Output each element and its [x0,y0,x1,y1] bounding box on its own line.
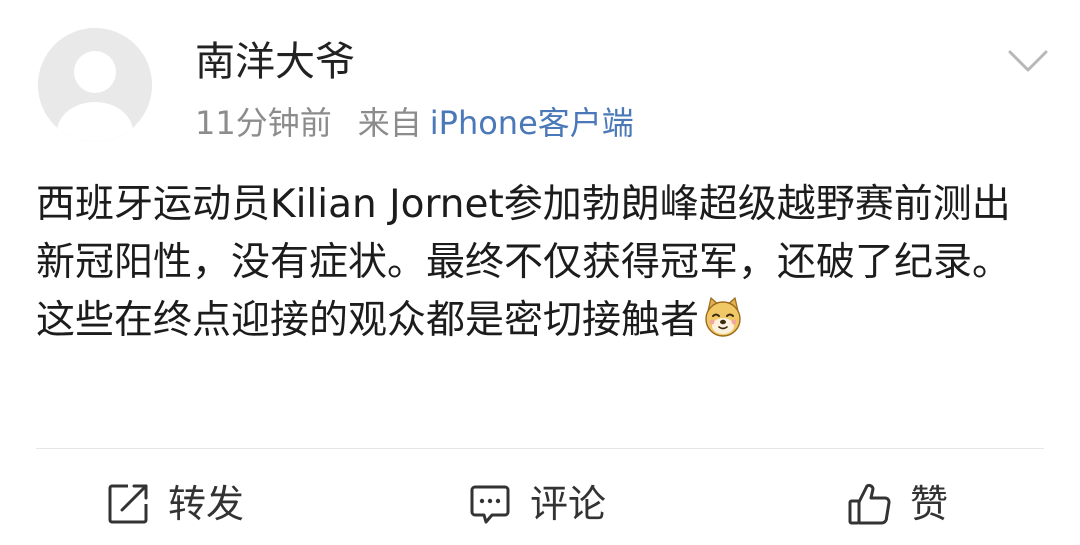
thumbs-up-icon [848,483,891,525]
repost-button[interactable]: 转发 [104,466,244,542]
post-content: 西班牙运动员Kilian Jornet参加勃朗峰超级越野赛前测出新冠阳性，没有症… [36,176,1046,350]
post-text: 西班牙运动员Kilian Jornet参加勃朗峰超级越野赛前测出新冠阳性，没有症… [36,182,1012,343]
like-label: 赞 [910,482,949,526]
post-time: 11分钟前 [195,104,332,142]
comment-icon [470,485,510,524]
default-avatar-icon [38,28,152,142]
source-link[interactable]: iPhone客户端 [430,104,634,142]
chevron-down-icon [1008,50,1048,72]
more-options-button[interactable] [1006,44,1050,76]
repost-label: 转发 [168,482,245,526]
action-bar: 转发 评论 赞 [0,466,1080,542]
like-button[interactable]: 赞 [846,466,948,542]
divider [36,448,1044,449]
post-meta: 11分钟前 来自 iPhone客户端 [195,102,634,144]
avatar[interactable] [38,28,152,142]
repost-icon [108,484,148,524]
comment-button[interactable]: 评论 [466,466,606,542]
source-prefix: 来自 [357,104,422,142]
doge-emoji [701,295,745,339]
comment-label: 评论 [530,482,607,526]
username[interactable]: 南洋大爷 [195,38,355,86]
